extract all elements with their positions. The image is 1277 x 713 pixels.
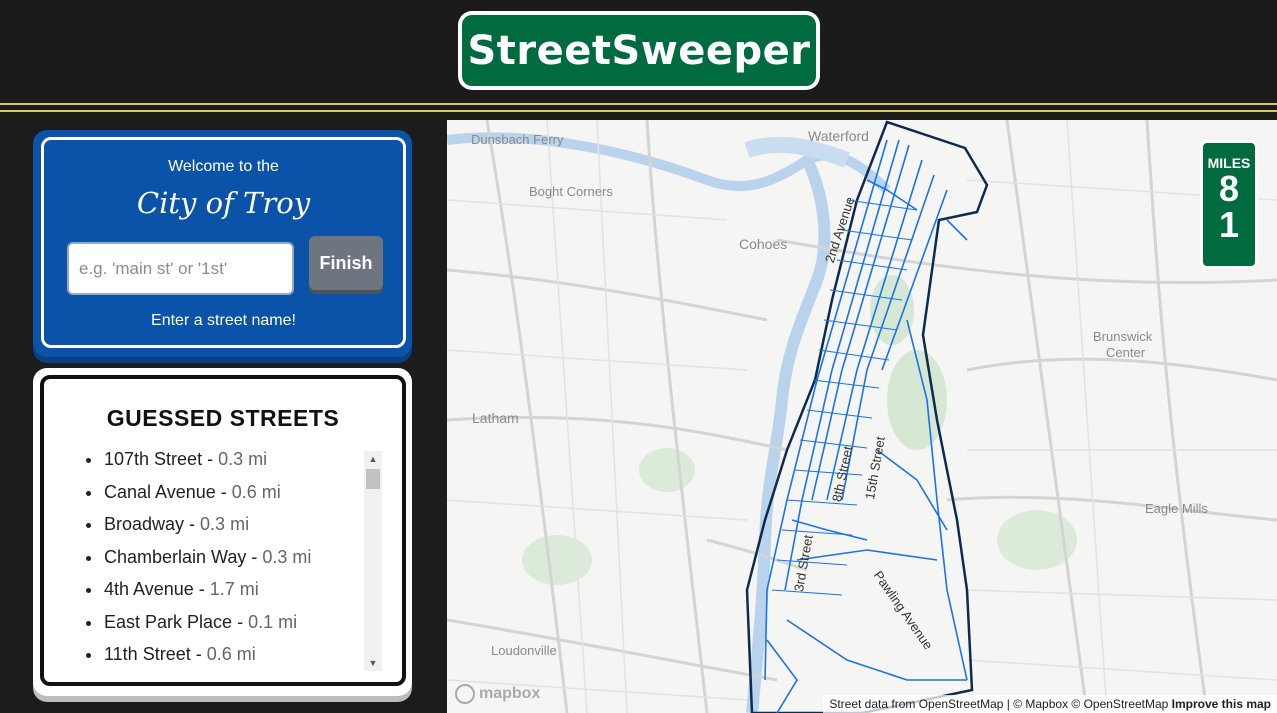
scroll-down-icon[interactable]: ▼	[364, 655, 382, 671]
street-name: East Park Place	[104, 611, 233, 632]
scrollbar[interactable]: ▲ ▼	[364, 451, 382, 671]
place-label: Center	[1106, 345, 1146, 360]
list-item: 4th Avenue - 1.7 mi	[84, 579, 364, 612]
mapbox-logo-text: mapbox	[479, 685, 541, 702]
miles-digit: 8	[1218, 168, 1240, 209]
street-distance: 0.6 mi	[206, 644, 256, 664]
road-line	[0, 103, 1277, 105]
list-item: Broadway - 0.3 mi	[84, 514, 364, 547]
street-distance: 0.3 mi	[262, 546, 312, 567]
place-label: Eagle Mills	[1145, 501, 1208, 516]
list-item: East Park Place - 0.1 mi	[84, 612, 364, 645]
place-label: Dunsbach Ferry	[471, 132, 564, 147]
miles-sign: MILES 8 1	[1200, 140, 1258, 269]
list-item: Canal Avenue - 0.6 mi	[84, 482, 364, 515]
welcome-sign-inner: Welcome to the City of Troy Finish Enter…	[41, 137, 406, 348]
street-distance: 0.6 mi	[231, 481, 281, 502]
park	[870, 275, 914, 345]
place-label: Brunswick	[1093, 329, 1153, 344]
scroll-thumb[interactable]	[366, 469, 380, 489]
place-label: Boght Corners	[529, 184, 613, 199]
header: StreetSweeper	[0, 0, 1277, 118]
city-name: City of Troy	[136, 186, 311, 220]
improve-map-link[interactable]: Improve this map	[1172, 697, 1271, 711]
map-attribution: Street data from OpenStreetMap | © Mapbo…	[823, 695, 1277, 713]
street-distance: 0.3 mi	[218, 449, 268, 469]
street-distance: 0.3 mi	[200, 514, 250, 534]
finish-button[interactable]: Finish	[309, 236, 383, 290]
street-distance: 0.1 mi	[248, 611, 298, 632]
street-name: Chamberlain Way	[104, 546, 247, 567]
miles-sign-inner: MILES 8 1	[1202, 142, 1256, 267]
road-line	[0, 110, 1277, 112]
welcome-text: Welcome to the	[168, 158, 279, 175]
street-distance: 1.7 mi	[209, 579, 259, 599]
page-title: StreetSweeper	[462, 15, 816, 86]
miles-label: MILES	[1207, 155, 1251, 171]
park	[522, 535, 592, 585]
park	[639, 448, 695, 492]
street-name: Broadway	[104, 514, 185, 534]
place-label: Cohoes	[739, 236, 788, 252]
mapbox-logo[interactable]: mapbox	[455, 683, 540, 705]
street-name: 4th Avenue	[104, 579, 194, 599]
list-item: 107th Street - 0.3 mi	[84, 449, 364, 482]
place-label: Waterford	[808, 128, 869, 144]
welcome-sign: Welcome to the City of Troy Finish Enter…	[33, 130, 412, 357]
guessed-streets-title: GUESSED STREETS	[106, 405, 340, 431]
guessed-streets-panel: GUESSED STREETS 107th Street - 0.3 mi Can…	[33, 368, 412, 696]
list-item: Chamberlain Way - 0.3 mi	[84, 547, 364, 580]
prompt-text: Enter a street name!	[151, 312, 296, 329]
guessed-streets-inner: GUESSED STREETS 107th Street - 0.3 mi Can…	[40, 375, 406, 686]
map-canvas[interactable]	[447, 120, 1277, 713]
guessed-streets-list[interactable]: 107th Street - 0.3 mi Canal Avenue - 0.6 …	[84, 449, 364, 669]
street-name: 11th Street	[104, 644, 191, 664]
place-label: Latham	[472, 410, 519, 426]
map[interactable]: Dunsbach Ferry Waterford Boght Corners C…	[447, 120, 1277, 713]
scroll-up-icon[interactable]: ▲	[364, 451, 382, 467]
miles-digit: 1	[1218, 204, 1240, 245]
mapbox-icon	[455, 684, 475, 704]
street-input[interactable]	[67, 242, 294, 295]
street-name: Canal Avenue	[104, 481, 216, 502]
attribution-text[interactable]: Street data from OpenStreetMap | © Mapbo…	[829, 697, 1168, 711]
street-name: 107th Street	[104, 449, 203, 469]
list-item: 11th Street - 0.6 mi	[84, 644, 364, 669]
title-sign: StreetSweeper	[458, 11, 820, 90]
park	[887, 350, 947, 450]
river-branch	[744, 136, 850, 168]
place-label: Loudonville	[491, 643, 557, 658]
